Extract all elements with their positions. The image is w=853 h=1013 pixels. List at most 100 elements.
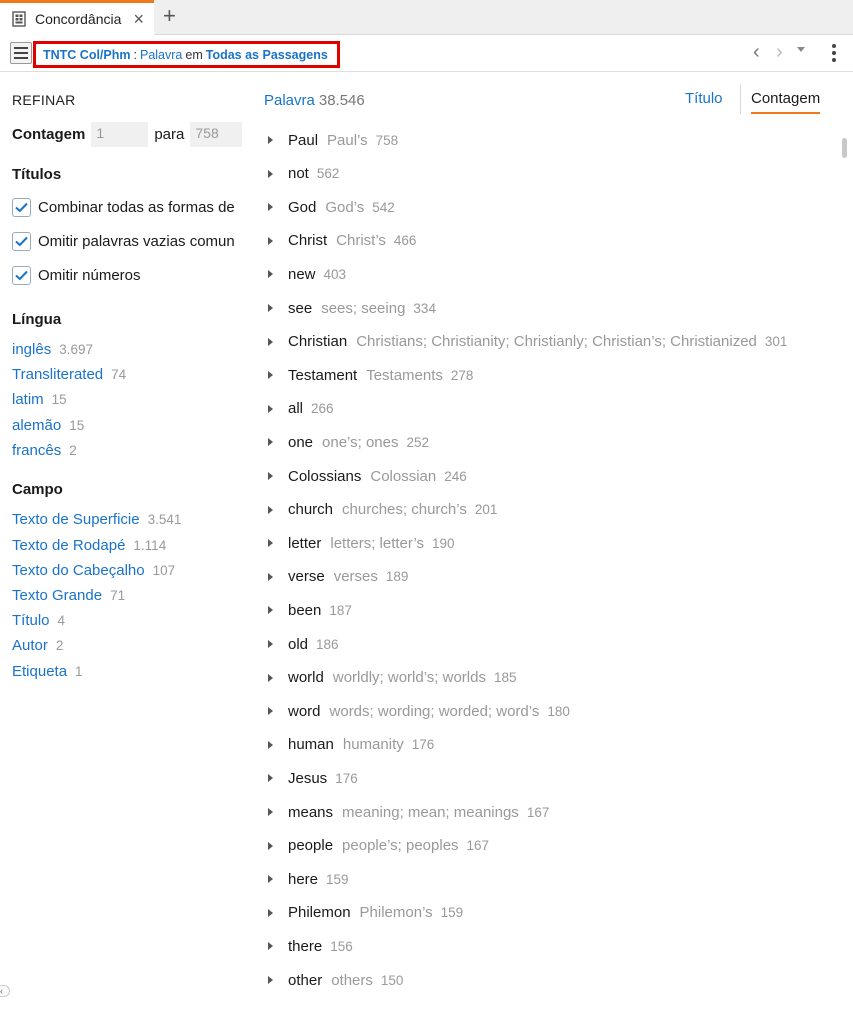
word-row[interactable]: here 159 xyxy=(268,867,349,891)
expand-caret-icon[interactable] xyxy=(268,337,273,346)
expand-caret-icon[interactable] xyxy=(268,236,273,245)
expand-caret-icon[interactable] xyxy=(268,169,273,178)
results-label[interactable]: Palavra xyxy=(264,92,315,109)
word-row[interactable]: world worldly; world’s; worlds 185 xyxy=(268,666,517,690)
field-label[interactable]: Texto do Cabeçalho xyxy=(12,562,145,579)
word-row[interactable]: Paul Paul’s 758 xyxy=(268,128,398,152)
word-row[interactable]: old 186 xyxy=(268,632,339,656)
breadcrumb-type[interactable]: Palavra xyxy=(140,48,182,62)
word-row[interactable]: other others 150 xyxy=(268,968,403,992)
word-label[interactable]: verse xyxy=(288,568,325,585)
word-row[interactable]: new 403 xyxy=(268,262,346,286)
expand-caret-icon[interactable] xyxy=(268,808,273,816)
field-label[interactable]: Texto de Rodapé xyxy=(12,537,125,554)
expand-caret-icon[interactable] xyxy=(268,908,273,917)
word-row[interactable]: God God’s 542 xyxy=(268,195,395,219)
word-label[interactable]: church xyxy=(288,501,333,518)
word-label[interactable]: Philemon xyxy=(288,904,351,921)
language-label[interactable]: alemão xyxy=(12,417,61,434)
word-label[interactable]: been xyxy=(288,602,321,619)
word-label[interactable]: Jesus xyxy=(288,770,327,787)
word-label[interactable]: Christ xyxy=(288,232,327,249)
field-item[interactable]: Texto Grande 71 xyxy=(12,587,125,604)
language-item[interactable]: latim 15 xyxy=(12,391,67,408)
sort-by-count-tab[interactable]: Contagem xyxy=(751,90,821,114)
field-label[interactable]: Texto de Superficie xyxy=(12,511,140,528)
expand-caret-icon[interactable] xyxy=(268,707,273,716)
expand-caret-icon[interactable] xyxy=(268,404,273,413)
checkmark-icon[interactable] xyxy=(12,198,31,217)
word-row[interactable]: not 562 xyxy=(268,162,339,186)
expand-caret-icon[interactable] xyxy=(268,136,273,144)
sort-by-title-tab[interactable]: Título xyxy=(685,90,723,107)
word-label[interactable]: Testament xyxy=(288,367,357,384)
word-row[interactable]: Philemon Philemon’s 159 xyxy=(268,901,463,925)
field-item[interactable]: Autor 2 xyxy=(12,637,63,654)
scrollbar[interactable] xyxy=(842,138,847,158)
expand-caret-icon[interactable] xyxy=(268,774,273,783)
combine-forms-checkbox[interactable]: Combinar todas as formas de xyxy=(12,198,246,217)
word-label[interactable]: Colossians xyxy=(288,468,361,485)
field-item[interactable]: Etiqueta 1 xyxy=(12,663,83,680)
back-arrow-icon[interactable]: ‹ xyxy=(753,41,760,64)
expand-caret-icon[interactable] xyxy=(268,539,273,548)
word-row[interactable]: Jesus 176 xyxy=(268,766,358,790)
forward-arrow-icon[interactable]: › xyxy=(776,41,783,64)
checkmark-icon[interactable] xyxy=(12,266,31,285)
expand-caret-icon[interactable] xyxy=(268,203,273,212)
expand-caret-icon[interactable] xyxy=(268,875,273,884)
history-dropdown-icon[interactable] xyxy=(797,47,805,52)
word-row[interactable]: one one’s; ones 252 xyxy=(268,430,429,454)
expand-caret-icon[interactable] xyxy=(268,640,273,648)
word-row[interactable]: people people’s; peoples 167 xyxy=(268,834,489,858)
expand-caret-icon[interactable] xyxy=(268,606,273,615)
breadcrumb-scope[interactable]: Todas as Passagens xyxy=(206,48,328,62)
word-row[interactable]: letter letters; letter’s 190 xyxy=(268,531,455,555)
word-row[interactable]: church churches; church’s 201 xyxy=(268,498,497,522)
word-row[interactable]: there 156 xyxy=(268,934,353,958)
expand-caret-icon[interactable] xyxy=(268,472,273,480)
language-label[interactable]: latim xyxy=(12,391,44,408)
language-label[interactable]: francês xyxy=(12,442,61,459)
language-label[interactable]: inglês xyxy=(12,341,51,358)
word-label[interactable]: there xyxy=(288,938,322,955)
omit-numbers-checkbox[interactable]: Omitir números xyxy=(12,266,246,285)
word-label[interactable]: God xyxy=(288,199,316,216)
language-item[interactable]: francês 2 xyxy=(12,442,77,459)
field-label[interactable]: Etiqueta xyxy=(12,663,67,680)
word-row[interactable]: Testament Testaments 278 xyxy=(268,363,473,387)
breadcrumb-resource[interactable]: TNTC Col/Phm xyxy=(43,48,131,62)
field-item[interactable]: Texto de Rodapé 1.114 xyxy=(12,537,166,554)
menu-icon[interactable] xyxy=(10,42,32,64)
checkmark-icon[interactable] xyxy=(12,232,31,251)
language-item[interactable]: alemão 15 xyxy=(12,417,84,434)
word-label[interactable]: Paul xyxy=(288,132,318,149)
word-label[interactable]: old xyxy=(288,636,308,653)
expand-caret-icon[interactable] xyxy=(268,438,273,447)
field-item[interactable]: Texto de Superficie 3.541 xyxy=(12,511,181,528)
add-tab-icon[interactable]: + xyxy=(163,5,176,27)
word-row[interactable]: all 266 xyxy=(268,397,334,421)
field-item[interactable]: Título 4 xyxy=(12,612,65,629)
close-icon[interactable]: × xyxy=(133,10,144,28)
word-row[interactable]: Colossians Colossian 246 xyxy=(268,464,467,488)
field-label[interactable]: Texto Grande xyxy=(12,587,102,604)
expand-caret-icon[interactable] xyxy=(268,505,273,514)
word-label[interactable]: other xyxy=(288,972,322,989)
language-item[interactable]: inglês 3.697 xyxy=(12,341,93,358)
word-label[interactable]: word xyxy=(288,703,321,720)
expand-caret-icon[interactable] xyxy=(268,841,273,850)
expand-caret-icon[interactable] xyxy=(268,942,273,951)
field-label[interactable]: Autor xyxy=(12,637,48,654)
word-label[interactable]: human xyxy=(288,736,334,753)
language-item[interactable]: Transliterated 74 xyxy=(12,366,126,383)
word-row[interactable]: verse verses 189 xyxy=(268,565,408,589)
word-row[interactable]: human humanity 176 xyxy=(268,733,434,757)
word-row[interactable]: been 187 xyxy=(268,598,352,622)
word-row[interactable]: word words; wording; worded; word’s 180 xyxy=(268,699,570,723)
field-item[interactable]: Texto do Cabeçalho 107 xyxy=(12,562,175,579)
expand-caret-icon[interactable] xyxy=(268,270,273,279)
word-label[interactable]: world xyxy=(288,669,324,686)
word-label[interactable]: people xyxy=(288,837,333,854)
count-to-input[interactable]: 758 xyxy=(190,122,243,147)
